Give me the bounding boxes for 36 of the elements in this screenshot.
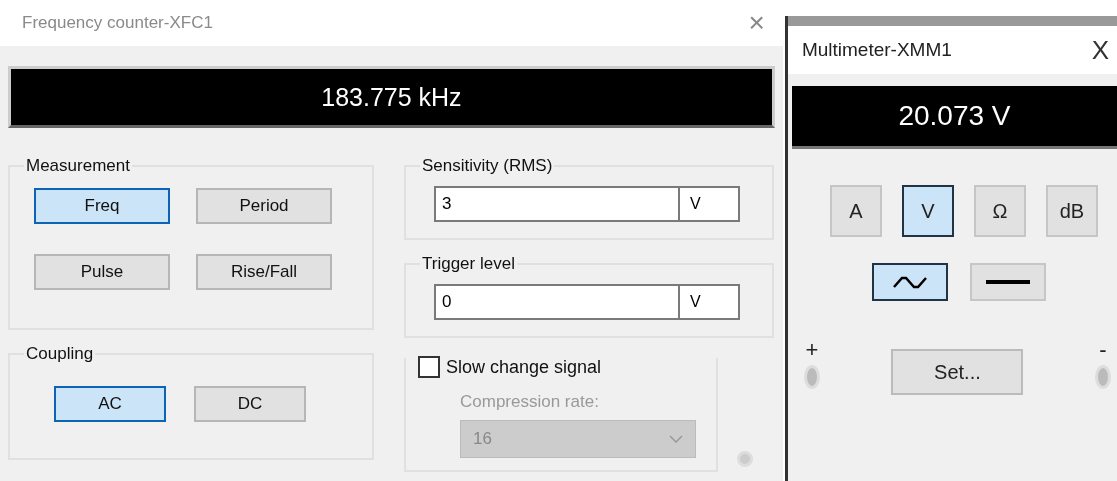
mode-button[interactable]: V <box>901 185 954 237</box>
group-label: Trigger level <box>421 254 516 274</box>
terminal-label: - <box>1099 337 1107 363</box>
checkbox-label: Slow change signal <box>446 356 602 378</box>
group-label: Measurement <box>25 156 131 176</box>
group-label: Sensitivity (RMS) <box>421 156 554 176</box>
mode-button[interactable]: A <box>829 185 882 237</box>
set-button[interactable]: Set... <box>891 349 1024 395</box>
group-label: Coupling <box>25 344 95 364</box>
measurement-button[interactable]: Freq <box>34 188 170 224</box>
mode-button[interactable]: dB <box>1045 185 1098 237</box>
field-label: Compression rate: <box>460 392 600 412</box>
terminal-icon <box>1095 365 1111 389</box>
voltage-display: 20.073 V <box>791 86 1117 149</box>
coupling-button[interactable]: DC <box>194 386 306 422</box>
checkbox[interactable] <box>418 356 440 378</box>
coupling-button[interactable]: AC <box>54 386 166 422</box>
window-title: Multimeter-XMM1 <box>801 39 952 61</box>
mode-button[interactable]: Ω <box>973 185 1026 237</box>
trigger-level-field[interactable]: 0 <box>434 284 680 320</box>
chevron-down-icon <box>669 435 683 443</box>
sensitivity-field[interactable]: 3 <box>434 186 680 222</box>
measurement-button[interactable]: Pulse <box>34 254 170 290</box>
terminal-icon <box>737 451 753 467</box>
unit-field[interactable]: V <box>680 284 740 320</box>
measurement-button[interactable]: Rise/Fall <box>196 254 332 290</box>
signal-type-button[interactable] <box>871 263 948 301</box>
unit-field[interactable]: V <box>680 186 740 222</box>
measurement-button[interactable]: Period <box>196 188 332 224</box>
terminal-icon <box>803 365 820 389</box>
sine-wave-icon <box>892 275 927 289</box>
close-button[interactable]: × <box>748 7 765 39</box>
terminal-label: + <box>805 337 819 363</box>
close-button[interactable]: X <box>1091 34 1109 66</box>
window-title: Frequency counter-XFC1 <box>22 13 213 33</box>
frequency-display: 183.775 kHz <box>8 66 775 128</box>
